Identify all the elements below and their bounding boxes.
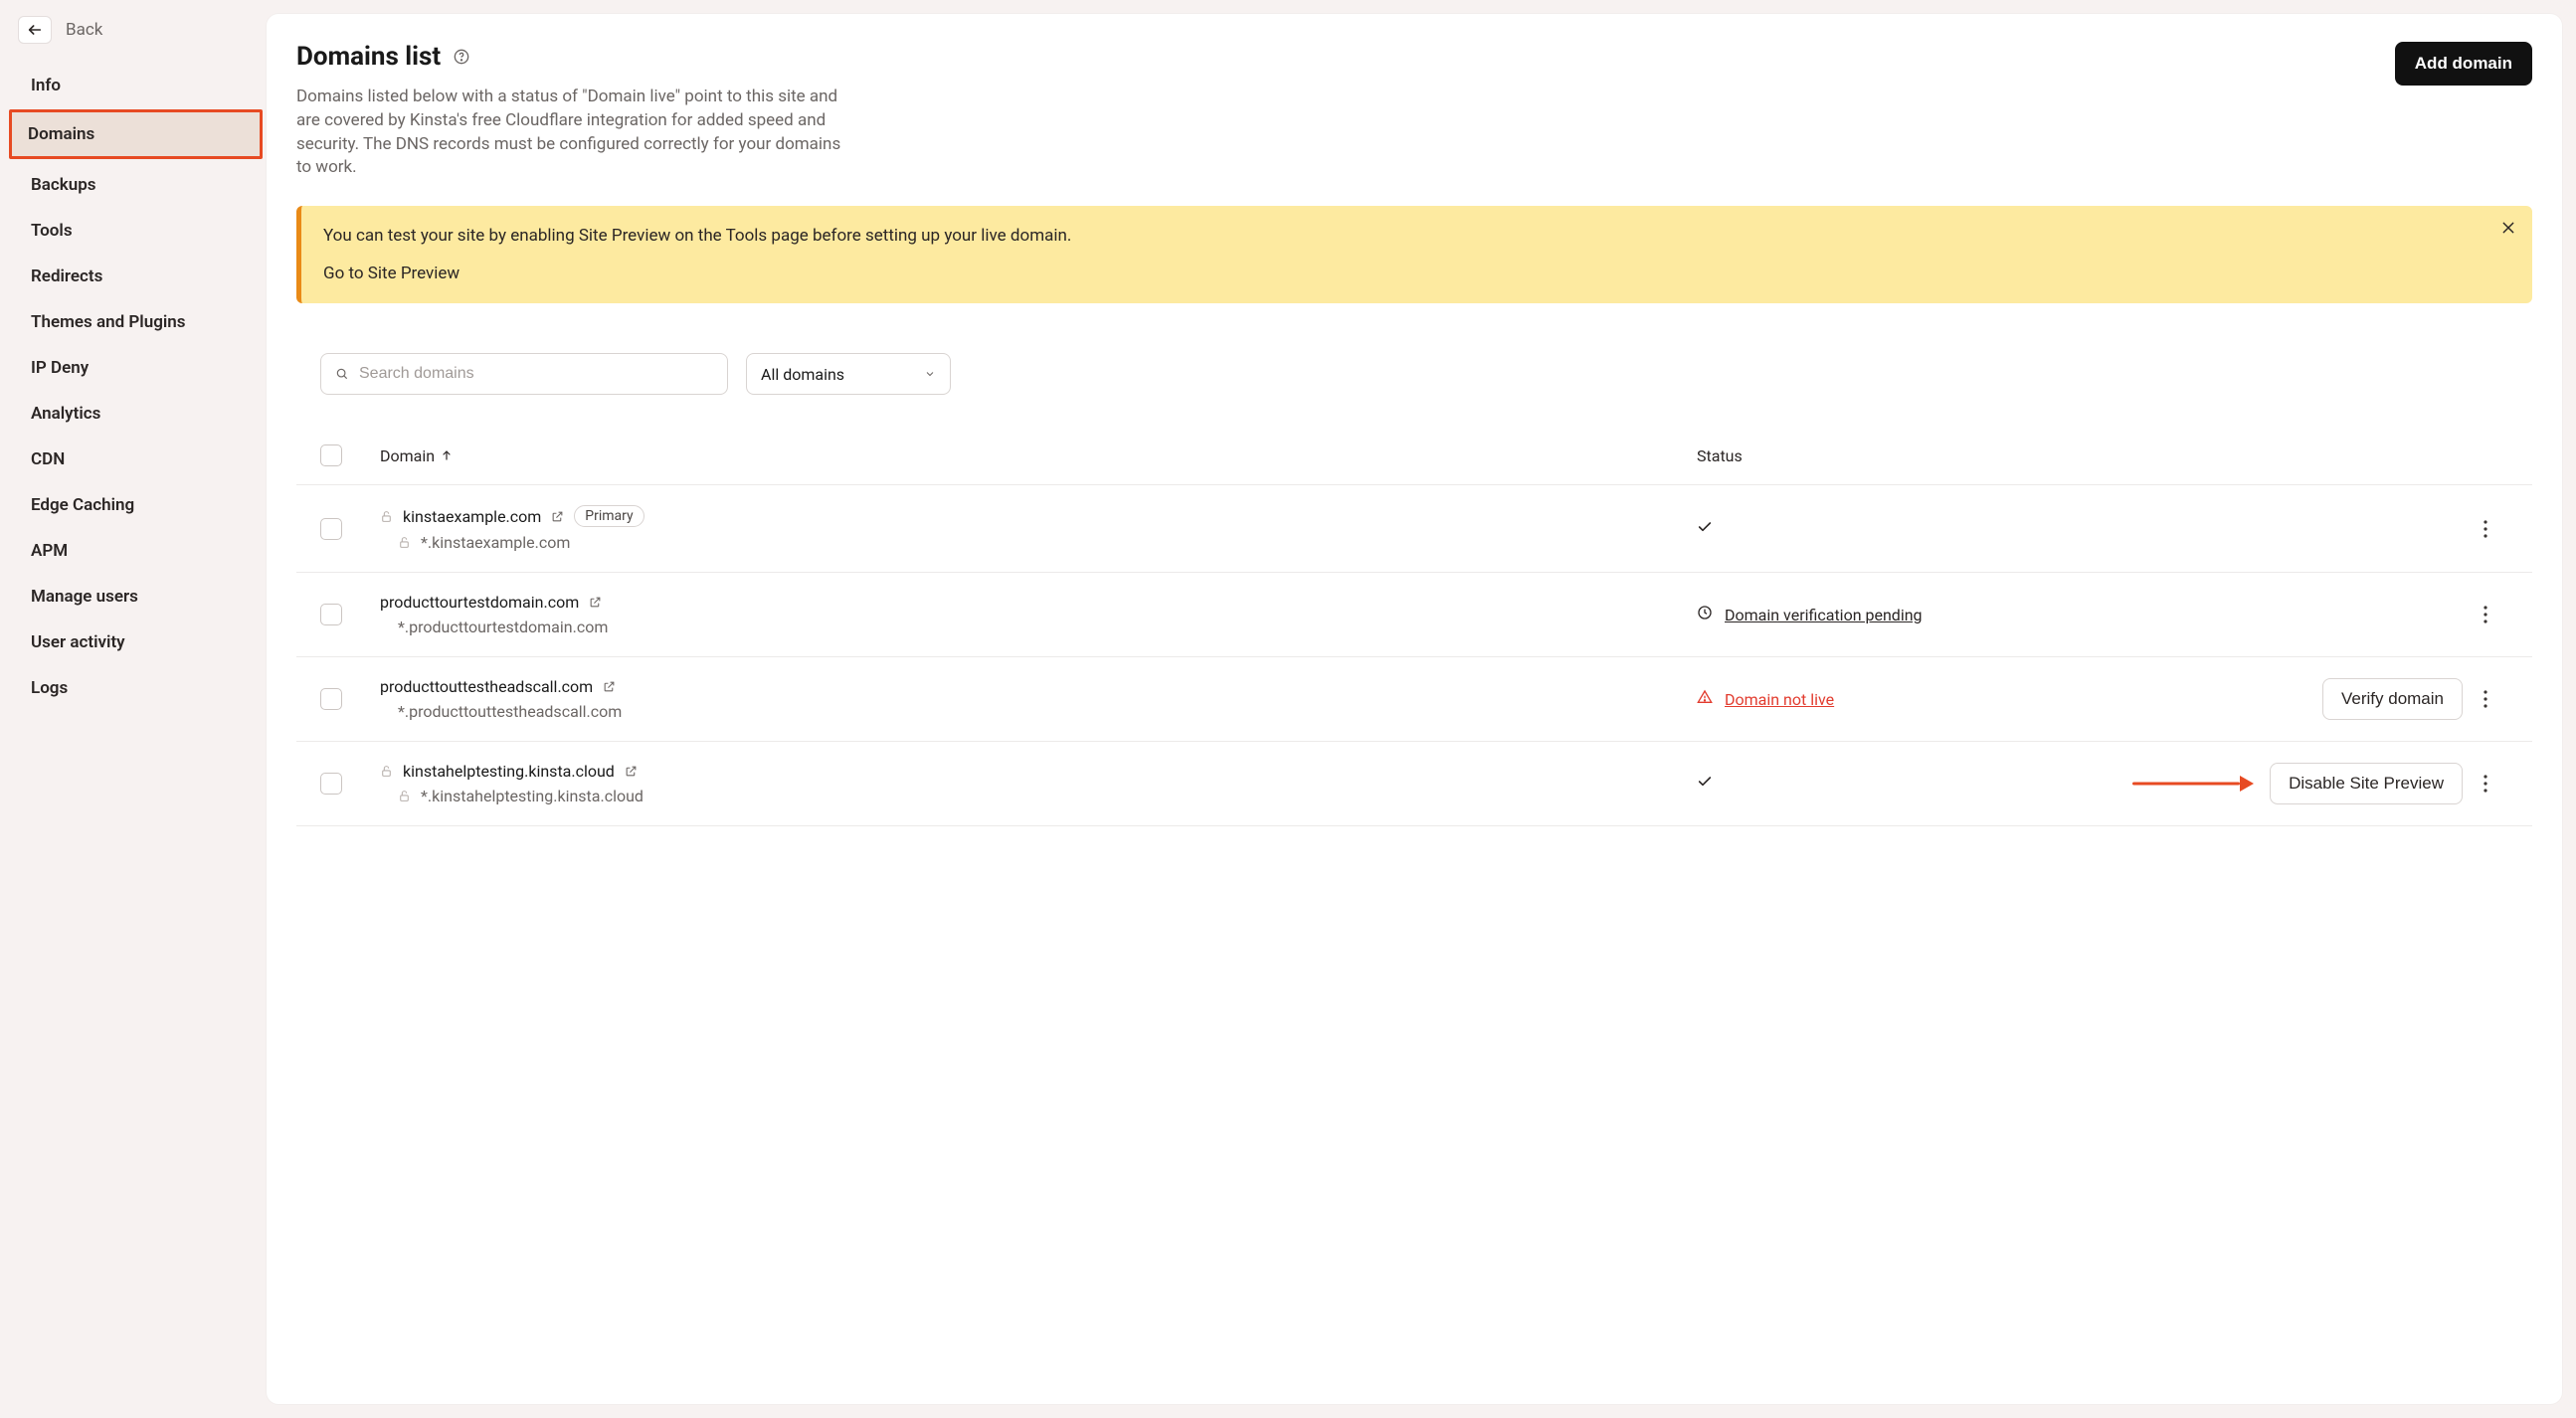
sidebar-item-edge-caching[interactable]: Edge Caching xyxy=(0,483,267,527)
table-row: producttourtestdomain.com *.producttourte… xyxy=(296,573,2532,657)
row-checkbox[interactable] xyxy=(320,518,342,540)
site-preview-banner: You can test your site by enabling Site … xyxy=(296,206,2532,303)
clock-icon xyxy=(1697,605,1713,624)
back-label: Back xyxy=(66,20,102,40)
domain-filter-select[interactable]: All domains xyxy=(746,353,951,395)
domain-wildcard: *.kinstaexample.com xyxy=(421,533,570,552)
warning-icon xyxy=(1697,689,1713,709)
banner-text: You can test your site by enabling Site … xyxy=(323,226,2510,246)
select-all-checkbox[interactable] xyxy=(320,444,342,466)
row-more-button[interactable] xyxy=(2473,606,2498,623)
row-more-button[interactable] xyxy=(2473,520,2498,538)
column-header-status: Status xyxy=(1697,446,2115,465)
lock-icon xyxy=(398,536,411,549)
domains-table: Domain Status kinstaexample.comPrimary*.… xyxy=(296,444,2532,826)
column-header-domain[interactable]: Domain xyxy=(380,446,1697,465)
domain-name[interactable]: kinstaexample.com xyxy=(403,507,541,526)
page-description: Domains listed below with a status of "D… xyxy=(296,86,853,180)
sidebar-item-ip-deny[interactable]: IP Deny xyxy=(0,346,267,390)
page-title: Domains list xyxy=(296,42,441,72)
lock-icon xyxy=(398,790,411,802)
table-row: kinstaexample.com Primary*.kinstaexample.… xyxy=(296,485,2532,573)
sidebar-item-info[interactable]: Info xyxy=(0,64,267,107)
help-icon[interactable] xyxy=(453,48,470,66)
primary-badge: Primary xyxy=(574,505,644,527)
domain-name[interactable]: producttouttestheadscall.com xyxy=(380,677,593,696)
chevron-down-icon xyxy=(924,368,936,380)
domain-wildcard: *.kinstahelptesting.kinsta.cloud xyxy=(421,787,644,805)
annotation-arrow xyxy=(2132,777,2254,791)
main-panel: Domains list Domains listed below with a… xyxy=(267,14,2562,1404)
domain-wildcard: *.producttouttestheadscall.com xyxy=(398,702,622,721)
sidebar-item-user-activity[interactable]: User activity xyxy=(0,620,267,664)
external-link-icon[interactable] xyxy=(603,680,616,693)
add-domain-button[interactable]: Add domain xyxy=(2395,42,2532,86)
search-input-wrapper xyxy=(320,353,728,395)
status-link[interactable]: Domain not live xyxy=(1725,690,1834,709)
search-input[interactable] xyxy=(359,365,713,383)
sidebar-item-logs[interactable]: Logs xyxy=(0,666,267,710)
row-more-button[interactable] xyxy=(2473,775,2498,793)
sidebar-nav: InfoDomainsBackupsToolsRedirectsThemes a… xyxy=(0,64,267,710)
banner-link[interactable]: Go to Site Preview xyxy=(323,264,2510,283)
external-link-icon[interactable] xyxy=(551,510,564,523)
external-link-icon[interactable] xyxy=(589,596,602,609)
sidebar-item-cdn[interactable]: CDN xyxy=(0,438,267,481)
select-label: All domains xyxy=(761,365,844,384)
search-icon xyxy=(335,367,349,381)
verify-domain-button[interactable]: Verify domain xyxy=(2322,678,2463,720)
sidebar-item-domains[interactable]: Domains xyxy=(9,109,263,159)
disable-site-preview-button[interactable]: Disable Site Preview xyxy=(2270,763,2463,804)
sidebar-item-manage-users[interactable]: Manage users xyxy=(0,575,267,619)
row-checkbox[interactable] xyxy=(320,604,342,625)
sort-asc-icon xyxy=(441,449,453,461)
sidebar-item-tools[interactable]: Tools xyxy=(0,209,267,253)
check-icon xyxy=(1697,519,1713,539)
lock-icon xyxy=(380,765,393,778)
sidebar-item-backups[interactable]: Backups xyxy=(0,163,267,207)
status-link[interactable]: Domain verification pending xyxy=(1725,606,1923,624)
external-link-icon[interactable] xyxy=(625,765,638,778)
row-more-button[interactable] xyxy=(2473,690,2498,708)
lock-icon xyxy=(380,510,393,523)
row-checkbox[interactable] xyxy=(320,773,342,795)
table-row: kinstahelptesting.kinsta.cloud *.kinstahe… xyxy=(296,742,2532,826)
domain-wildcard: *.producttourtestdomain.com xyxy=(398,618,608,636)
sidebar-item-redirects[interactable]: Redirects xyxy=(0,255,267,298)
table-header: Domain Status xyxy=(296,444,2532,485)
back-button[interactable] xyxy=(18,16,52,44)
sidebar-item-apm[interactable]: APM xyxy=(0,529,267,573)
domain-name[interactable]: kinstahelptesting.kinsta.cloud xyxy=(403,762,615,781)
domain-name[interactable]: producttourtestdomain.com xyxy=(380,593,579,612)
sidebar-item-analytics[interactable]: Analytics xyxy=(0,392,267,436)
row-checkbox[interactable] xyxy=(320,688,342,710)
sidebar: Back InfoDomainsBackupsToolsRedirectsThe… xyxy=(0,0,267,1418)
arrow-left-icon xyxy=(27,22,43,38)
sidebar-item-themes-and-plugins[interactable]: Themes and Plugins xyxy=(0,300,267,344)
close-icon[interactable] xyxy=(2500,220,2516,241)
table-row: producttouttestheadscall.com *.producttou… xyxy=(296,657,2532,742)
check-icon xyxy=(1697,774,1713,794)
